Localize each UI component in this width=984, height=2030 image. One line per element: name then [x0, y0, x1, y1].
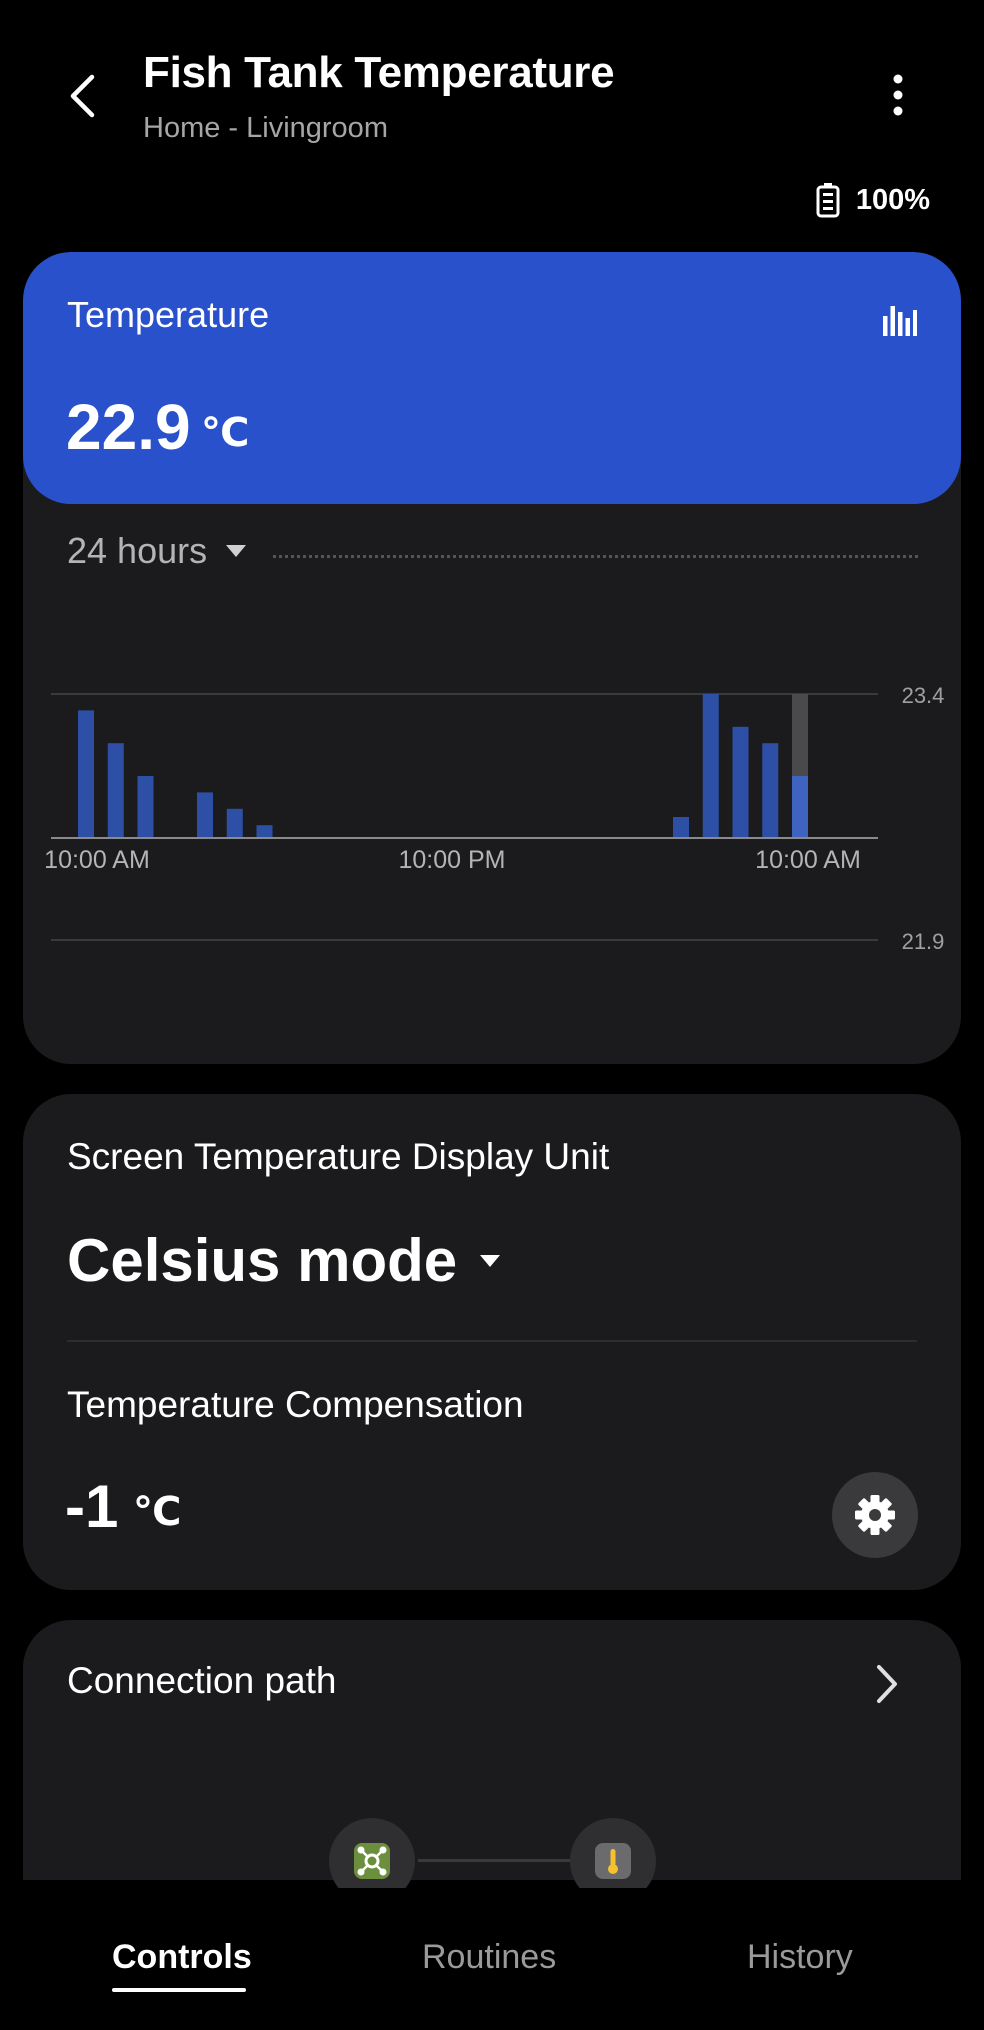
compensation-value: -1	[65, 1473, 119, 1540]
bar	[107, 743, 124, 838]
bar	[137, 776, 154, 838]
range-divider	[273, 555, 918, 558]
time-range-label: 24 hours	[67, 530, 208, 571]
bar	[762, 743, 779, 838]
tab-history[interactable]: History	[747, 1938, 853, 1977]
connection-path-label: Connection path	[67, 1660, 337, 1701]
caret-down-icon	[226, 545, 247, 557]
bar-chart-icon[interactable]	[883, 304, 917, 341]
active-tab-indicator	[112, 1988, 246, 1992]
gear-icon	[855, 1495, 895, 1535]
bar	[256, 825, 273, 838]
temperature-unit: ℃	[201, 411, 250, 455]
bar	[673, 817, 689, 838]
chevron-right-icon[interactable]	[875, 1664, 899, 1709]
bar	[78, 710, 94, 838]
temperature-label: Temperature	[67, 294, 270, 335]
battery-status: 100%	[816, 182, 930, 218]
device-detail-page: Fish Tank Temperature Home - Livingroom …	[0, 0, 984, 2030]
bar	[197, 792, 213, 838]
display-unit-value: Celsius mode	[67, 1227, 458, 1294]
time-range-dropdown[interactable]: 24 hours	[67, 530, 247, 572]
temperature-card: Temperature 22.9 ℃ 24 hours 23.4 21.9 10:0…	[23, 252, 961, 1064]
thermometer-icon	[595, 1843, 631, 1879]
display-unit-dropdown[interactable]: Celsius mode	[67, 1226, 501, 1295]
divider	[67, 1340, 917, 1342]
hub-icon	[354, 1843, 390, 1879]
display-unit-label: Screen Temperature Display Unit	[67, 1136, 610, 1177]
back-button[interactable]	[58, 66, 106, 126]
settings-card: Screen Temperature Display Unit Celsius …	[23, 1094, 961, 1590]
more-vertical-icon	[893, 74, 903, 116]
temperature-header[interactable]: Temperature 22.9 ℃	[23, 252, 961, 504]
connection-path-card[interactable]: Connection path	[23, 1620, 961, 1904]
tab-controls[interactable]: Controls	[112, 1938, 252, 1977]
x-tick-label: 10:00 AM	[44, 846, 150, 874]
temperature-chart: 23.4 21.9 10:00 AM 10:00 PM 10:00 AM	[44, 683, 945, 954]
chevron-left-icon	[70, 74, 95, 118]
bottom-navigation: Controls Routines History	[0, 1888, 984, 2030]
compensation-label: Temperature Compensation	[67, 1384, 524, 1425]
y-tick-label: 23.4	[902, 683, 945, 708]
temperature-value: 22.9	[66, 391, 191, 463]
battery-level: 100%	[855, 183, 930, 216]
tab-routines[interactable]: Routines	[422, 1938, 556, 1977]
x-tick-label: 10:00 PM	[398, 846, 505, 874]
bar	[792, 776, 808, 838]
bar	[226, 808, 243, 838]
compensation-settings-button[interactable]	[832, 1472, 918, 1558]
compensation-unit: ℃	[133, 1490, 182, 1534]
more-options-button[interactable]	[880, 70, 916, 120]
device-location: Home - Livingroom	[143, 112, 388, 144]
connection-line	[418, 1859, 572, 1862]
y-tick-label: 21.9	[902, 929, 945, 954]
bar	[702, 694, 719, 838]
bar	[732, 726, 749, 838]
page-title: Fish Tank Temperature	[143, 48, 615, 97]
caret-down-icon	[480, 1254, 501, 1267]
x-tick-label: 10:00 AM	[755, 846, 861, 874]
battery-icon	[816, 183, 840, 218]
